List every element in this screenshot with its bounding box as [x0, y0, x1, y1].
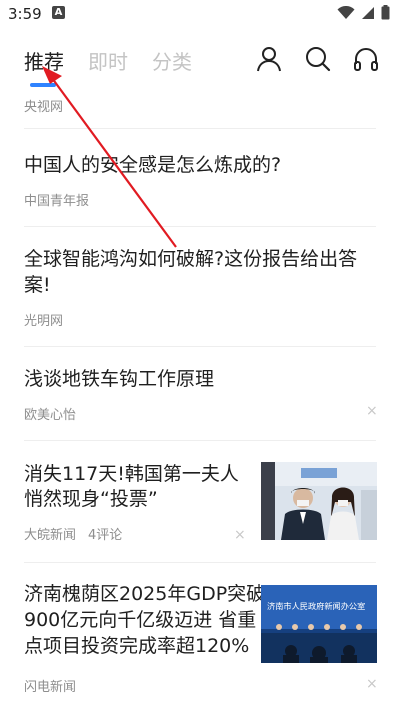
status-icons: [337, 5, 390, 20]
news-thumbnail[interactable]: 济南市人民政府新闻办公室: [261, 585, 377, 663]
active-tab-indicator: [30, 83, 56, 87]
tab-instant[interactable]: 即时: [88, 46, 128, 75]
user-icon[interactable]: [254, 44, 284, 74]
news-source: 闪电新闻: [24, 680, 77, 695]
tab-category[interactable]: 分类: [152, 46, 192, 75]
divider: [24, 226, 376, 227]
thumb-photo-press-conference: [261, 585, 377, 663]
dismiss-icon[interactable]: ×: [366, 403, 378, 419]
news-title[interactable]: 中国人的安全感是怎么炼成的?: [24, 150, 281, 180]
news-thumbnail[interactable]: [261, 462, 377, 540]
news-source: 欧美心怡: [24, 408, 77, 423]
comment-count: 4评论: [88, 528, 123, 543]
divider: [24, 346, 376, 347]
news-title[interactable]: 浅谈地铁车钩工作原理: [24, 364, 214, 394]
news-source: 光明网: [24, 314, 64, 329]
headphones-icon[interactable]: [351, 44, 381, 74]
thumb-caption: 济南市人民政府新闻办公室: [267, 601, 366, 611]
dismiss-icon[interactable]: ×: [366, 676, 378, 692]
divider: [24, 440, 376, 441]
divider: [24, 128, 376, 129]
search-icon[interactable]: [303, 44, 333, 74]
thumb-photo-couple-voting: [261, 462, 377, 540]
news-source: 大皖新闻: [24, 528, 77, 543]
status-bar: 3:59 A: [0, 0, 400, 28]
tab-recommend[interactable]: 推荐: [24, 46, 64, 75]
news-title-line3[interactable]: 点项目投资完成率超120%: [24, 631, 249, 661]
battery-icon: [381, 5, 390, 20]
top-nav: 推荐 即时 分类: [0, 38, 400, 88]
news-source: 央视网: [24, 100, 64, 115]
news-title-line2[interactable]: 案!: [24, 270, 51, 300]
notification-badge-icon: A: [52, 6, 65, 19]
dismiss-icon[interactable]: ×: [234, 527, 246, 543]
status-time: 3:59: [8, 5, 42, 23]
news-title-line1[interactable]: 全球智能鸿沟如何破解?这份报告给出答: [24, 244, 357, 274]
news-source: 中国青年报: [24, 194, 90, 209]
divider: [24, 562, 376, 563]
signal-icon: [362, 6, 374, 19]
news-title-line2[interactable]: 悄然现身“投票”: [24, 484, 158, 514]
wifi-icon: [337, 5, 355, 19]
